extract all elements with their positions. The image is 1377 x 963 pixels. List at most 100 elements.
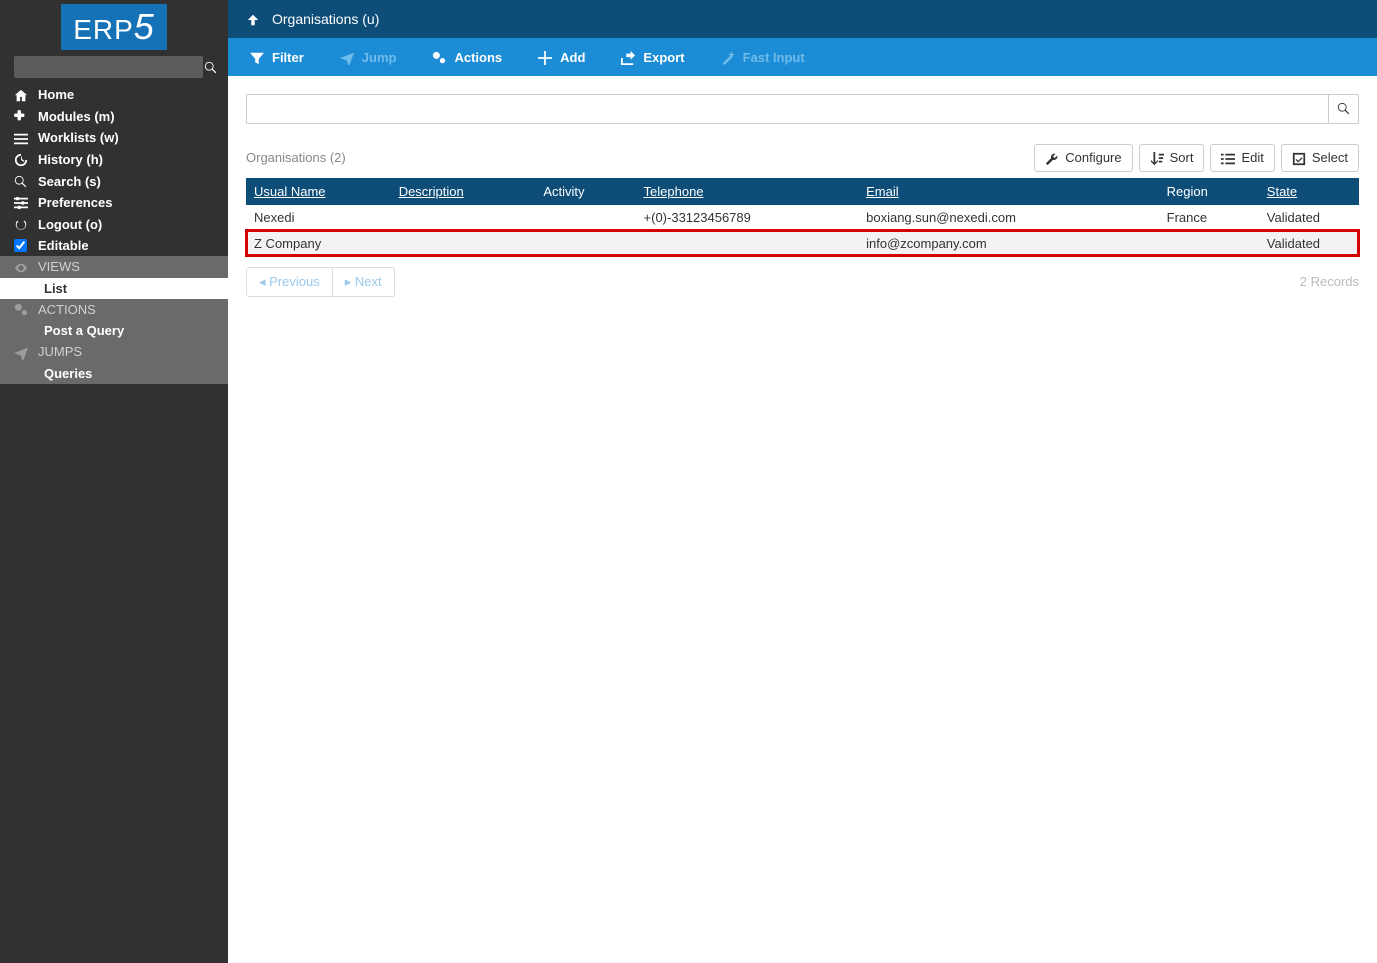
col-usual-name[interactable]: Usual Name: [246, 178, 391, 205]
breadcrumb[interactable]: Organisations (u): [272, 11, 379, 27]
cell-usual-name: Z Company: [246, 230, 391, 256]
button-label: Sort: [1170, 150, 1194, 165]
filter-button[interactable]: Filter: [232, 38, 322, 76]
nav-label: Editable: [38, 238, 89, 253]
col-email[interactable]: Email: [858, 178, 1159, 205]
table-row[interactable]: Nexedi +(0)-33123456789 boxiang.sun@nexe…: [246, 205, 1359, 231]
jumps-item-queries[interactable]: Queries: [0, 363, 228, 384]
editable-checkbox[interactable]: [14, 239, 27, 252]
nav-editable[interactable]: Editable: [0, 235, 228, 256]
button-label: Filter: [272, 50, 304, 65]
cell-telephone: +(0)-33123456789: [636, 205, 859, 231]
section-label: VIEWS: [38, 259, 80, 274]
nav-modules[interactable]: Modules (m): [0, 106, 228, 128]
button-label: Configure: [1065, 150, 1121, 165]
search-icon[interactable]: [203, 59, 218, 76]
plane-icon: [14, 344, 38, 360]
jumps-section-header: JUMPS: [0, 341, 228, 363]
previous-button[interactable]: ◂ Previous: [246, 267, 333, 297]
col-state[interactable]: State: [1259, 178, 1359, 205]
cell-description: [391, 205, 536, 231]
views-item-list[interactable]: List: [0, 278, 228, 299]
col-activity[interactable]: Activity: [535, 178, 635, 205]
plane-icon: [340, 49, 354, 65]
nav-home[interactable]: Home: [0, 84, 228, 106]
button-label: Add: [560, 50, 585, 65]
cell-state: Validated: [1259, 230, 1359, 256]
nav-search[interactable]: Search (s): [0, 170, 228, 192]
share-icon: [621, 49, 635, 65]
nav-label: Worklists (w): [38, 130, 119, 145]
sub-label: List: [44, 281, 67, 296]
button-label: Select: [1312, 150, 1348, 165]
edit-button[interactable]: Edit: [1210, 144, 1274, 172]
nav-label: Home: [38, 87, 74, 102]
cell-telephone: [636, 230, 859, 256]
nav-label: Logout (o): [38, 217, 102, 232]
cell-description: [391, 230, 536, 256]
next-button[interactable]: ▸ Next: [333, 267, 395, 297]
col-telephone[interactable]: Telephone: [636, 178, 859, 205]
search-icon: [14, 173, 38, 189]
nav-label: History (h): [38, 152, 103, 167]
logo-suffix: 5: [134, 6, 155, 47]
export-button[interactable]: Export: [603, 38, 702, 76]
cell-state: Validated: [1259, 205, 1359, 231]
nav-logout[interactable]: Logout (o): [0, 213, 228, 235]
puzzle-icon: [14, 109, 38, 125]
add-button[interactable]: Add: [520, 38, 603, 76]
content-area: Organisations (2) Configure Sort Edit Se…: [228, 76, 1377, 315]
nav-preferences[interactable]: Preferences: [0, 192, 228, 214]
up-arrow-icon[interactable]: [246, 11, 260, 27]
toolbar: Filter Jump Actions Add Export Fast Inpu…: [228, 38, 1377, 76]
button-label: Fast Input: [743, 50, 805, 65]
button-label: Edit: [1241, 150, 1263, 165]
nav-history[interactable]: History (h): [0, 149, 228, 171]
fast-input-button: Fast Input: [703, 38, 823, 76]
list-icon: [14, 130, 38, 146]
cell-region: [1159, 230, 1259, 256]
records-count: 2 Records: [1300, 274, 1359, 289]
cell-region: France: [1159, 205, 1259, 231]
jump-button: Jump: [322, 38, 415, 76]
nav-label: Preferences: [38, 195, 112, 210]
table-row[interactable]: Z Company info@zcompany.com Validated: [246, 230, 1359, 256]
topbar: Organisations (u): [228, 0, 1377, 38]
sort-button[interactable]: Sort: [1139, 144, 1205, 172]
cell-email: boxiang.sun@nexedi.com: [858, 205, 1159, 231]
button-label: Export: [643, 50, 684, 65]
actions-item-post-query[interactable]: Post a Query: [0, 320, 228, 341]
col-region[interactable]: Region: [1159, 178, 1259, 205]
cell-activity: [535, 230, 635, 256]
sliders-icon: [14, 195, 38, 211]
sidebar-search-input[interactable]: [14, 56, 203, 78]
plus-icon: [538, 49, 552, 65]
section-label: JUMPS: [38, 344, 82, 359]
views-section-header: VIEWS: [0, 256, 228, 278]
cell-email: info@zcompany.com: [858, 230, 1159, 256]
sub-label: Queries: [44, 366, 92, 381]
cell-usual-name: Nexedi: [246, 205, 391, 231]
configure-button[interactable]: Configure: [1034, 144, 1132, 172]
list-title: Organisations (2): [246, 150, 346, 165]
button-label: Jump: [362, 50, 397, 65]
select-button[interactable]: Select: [1281, 144, 1359, 172]
history-icon: [14, 152, 38, 168]
power-icon: [14, 216, 38, 232]
list-icon: [1221, 150, 1235, 166]
home-icon: [14, 87, 38, 103]
list-search-input[interactable]: [246, 94, 1329, 124]
col-description[interactable]: Description: [391, 178, 536, 205]
table-header-row: Usual Name Description Activity Telephon…: [246, 178, 1359, 205]
list-search-button[interactable]: [1329, 94, 1359, 124]
logo[interactable]: ERP5: [0, 0, 228, 52]
nav-worklists[interactable]: Worklists (w): [0, 127, 228, 149]
button-label: Actions: [454, 50, 502, 65]
magic-icon: [721, 49, 735, 65]
button-label: Previous: [269, 274, 320, 289]
actions-button[interactable]: Actions: [414, 38, 520, 76]
nav-label: Modules (m): [38, 109, 115, 124]
main: Organisations (u) Filter Jump Actions Ad…: [228, 0, 1377, 963]
cell-activity: [535, 205, 635, 231]
cogs-icon: [14, 302, 38, 318]
